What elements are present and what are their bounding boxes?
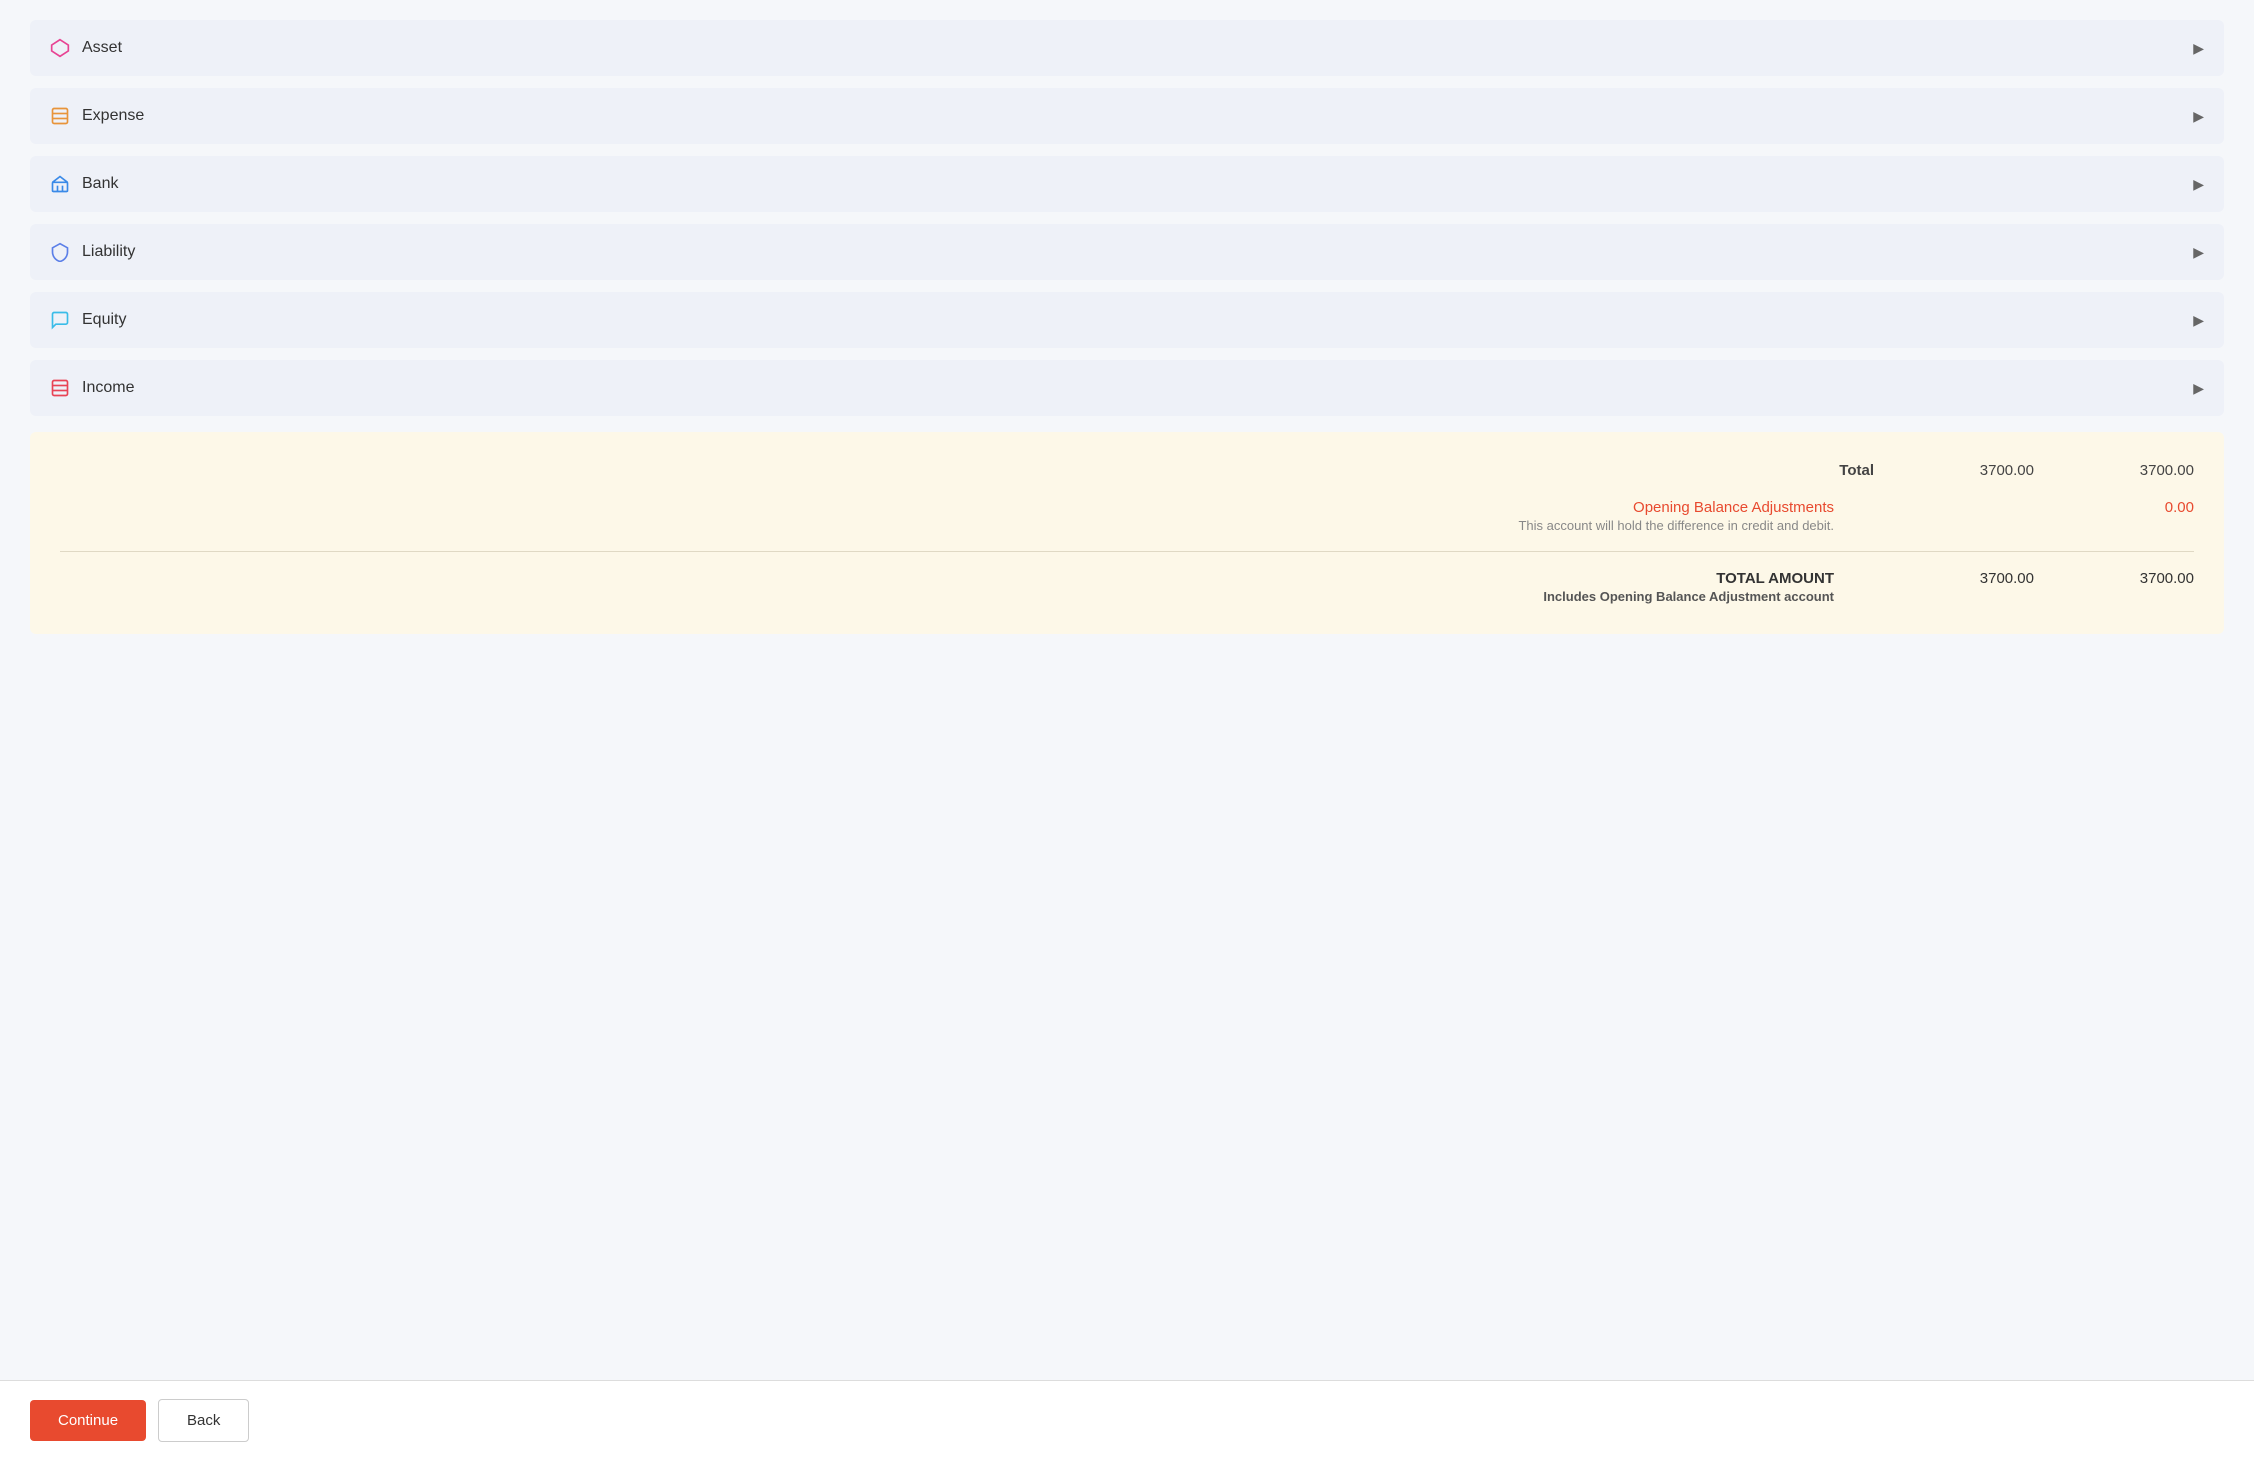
total-credit: 3700.00	[2054, 462, 2194, 479]
account-left-bank: Bank	[50, 174, 118, 194]
account-row-liability[interactable]: Liability ▶	[30, 224, 2224, 280]
total-amount-credit: 3700.00	[2054, 570, 2194, 587]
account-left-expense: Expense	[50, 106, 144, 126]
chevron-asset-icon: ▶	[2193, 40, 2204, 57]
total-amount-debit: 3700.00	[1914, 570, 2054, 587]
total-amount-label: TOTAL AMOUNT	[60, 570, 1874, 587]
account-left-asset: Asset	[50, 38, 122, 58]
opening-balance-amount: 0.00	[2054, 499, 2194, 516]
asset-icon	[50, 38, 70, 58]
account-row-income[interactable]: Income ▶	[30, 360, 2224, 416]
opening-balance-info: Opening Balance Adjustments This account…	[60, 499, 1914, 533]
main-content: Asset ▶ Expense ▶ Bank ▶	[0, 0, 2254, 1380]
opening-balance-row: Opening Balance Adjustments This account…	[60, 493, 2194, 539]
total-debit: 3700.00	[1914, 462, 2054, 479]
chevron-equity-icon: ▶	[2193, 312, 2204, 329]
equity-icon	[50, 310, 70, 330]
expense-icon	[50, 106, 70, 126]
account-label-income: Income	[82, 379, 134, 397]
total-amount-row: TOTAL AMOUNT Includes Opening Balance Ad…	[60, 564, 2194, 610]
account-label-expense: Expense	[82, 107, 144, 125]
account-label-liability: Liability	[82, 243, 135, 261]
total-amount-info: TOTAL AMOUNT Includes Opening Balance Ad…	[60, 570, 1914, 604]
account-left-liability: Liability	[50, 242, 135, 262]
account-row-asset[interactable]: Asset ▶	[30, 20, 2224, 76]
account-label-bank: Bank	[82, 175, 118, 193]
opening-balance-title: Opening Balance Adjustments	[60, 499, 1874, 516]
account-row-equity[interactable]: Equity ▶	[30, 292, 2224, 348]
footer: Continue Back	[0, 1380, 2254, 1460]
chevron-bank-icon: ▶	[2193, 176, 2204, 193]
summary-section: Total 3700.00 3700.00 Opening Balance Ad…	[30, 432, 2224, 634]
continue-button[interactable]: Continue	[30, 1400, 146, 1441]
bank-icon	[50, 174, 70, 194]
income-icon	[50, 378, 70, 398]
account-label-equity: Equity	[82, 311, 126, 329]
account-left-income: Income	[50, 378, 134, 398]
summary-divider	[60, 551, 2194, 552]
account-left-equity: Equity	[50, 310, 126, 330]
account-row-bank[interactable]: Bank ▶	[30, 156, 2224, 212]
account-label-asset: Asset	[82, 39, 122, 57]
total-row: Total 3700.00 3700.00	[60, 456, 2194, 485]
chevron-expense-icon: ▶	[2193, 108, 2204, 125]
chevron-income-icon: ▶	[2193, 380, 2204, 397]
chevron-liability-icon: ▶	[2193, 244, 2204, 261]
account-row-expense[interactable]: Expense ▶	[30, 88, 2224, 144]
total-label: Total	[60, 462, 1914, 479]
liability-icon	[50, 242, 70, 262]
back-button[interactable]: Back	[158, 1399, 249, 1442]
opening-balance-subtitle: This account will hold the difference in…	[60, 518, 1874, 533]
total-amount-sublabel: Includes Opening Balance Adjustment acco…	[60, 589, 1874, 604]
